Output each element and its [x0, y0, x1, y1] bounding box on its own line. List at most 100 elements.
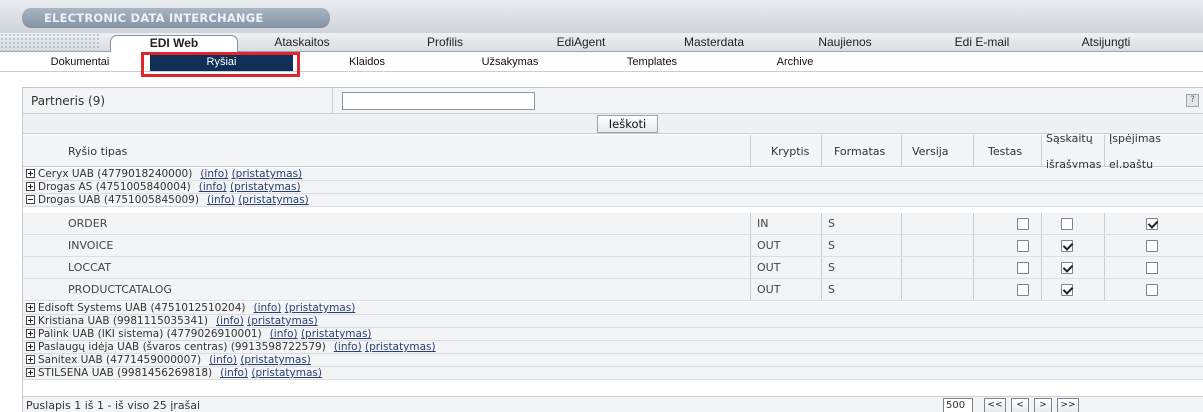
partner-row-expanded[interactable]: Drogas UAB (4751005845009) (info) (prista… [23, 194, 1203, 207]
pager-footer: Puslapis 1 iš 1 - iš viso 25 įrašai 500 … [23, 396, 1203, 412]
connection-version [901, 213, 973, 234]
info-link[interactable]: (info) [220, 367, 248, 379]
expand-icon[interactable] [26, 303, 35, 312]
test-checkbox[interactable] [1017, 284, 1029, 296]
connection-direction: OUT [750, 279, 821, 300]
subnav-dokumentai[interactable]: Dokumentai [40, 55, 120, 70]
expand-icon[interactable] [26, 342, 35, 351]
col-email-warning[interactable]: Įspėjimas el.paštu [1104, 132, 1203, 171]
subnav-rysiai[interactable]: Ryšiai [150, 54, 293, 71]
expand-icon[interactable] [26, 368, 35, 377]
connections-panel: Partneris (9) ? Ieškoti Ryšio tipas Kryp… [22, 87, 1203, 412]
test-checkbox[interactable] [1017, 218, 1029, 230]
email-warning-checkbox[interactable] [1146, 284, 1158, 296]
partner-row[interactable]: Drogas AS (4751005840004) (info) (pristat… [23, 181, 1203, 194]
expand-icon[interactable] [26, 316, 35, 325]
col-test[interactable]: Testas [973, 135, 1041, 167]
presentation-link[interactable]: (pristatymas) [230, 181, 301, 193]
expand-icon[interactable] [26, 355, 35, 364]
connection-format: S [821, 213, 901, 234]
test-checkbox[interactable] [1017, 262, 1029, 274]
col-connection-type[interactable]: Ryšio tipas [23, 135, 750, 167]
help-icon[interactable]: ? [1186, 94, 1199, 107]
partner-name: Ceryx UAB (4779018240000) [38, 168, 193, 180]
subnav-archive[interactable]: Archive [765, 55, 825, 70]
top-banner: ELECTRONIC DATA INTERCHANGE PLATFORM [0, 0, 1203, 45]
expand-icon[interactable] [26, 169, 35, 178]
connection-row: ORDER IN S [23, 213, 1203, 235]
partner-row[interactable]: Paslaugų idėja UAB (švaros centras) (991… [23, 341, 1203, 354]
partner-row[interactable]: Sanitex UAB (4771459000007) (info) (prist… [23, 354, 1203, 367]
nav-ediagent[interactable]: EdiAgent [544, 35, 618, 52]
col-direction[interactable]: Kryptis [750, 135, 821, 167]
partner-row[interactable]: Kristiana UAB (9981115035341) (info) (pri… [23, 315, 1203, 328]
invoice-checkbox[interactable] [1061, 262, 1073, 274]
app-brand: ELECTRONIC DATA INTERCHANGE PLATFORM [22, 8, 330, 45]
info-link[interactable]: (info) [216, 315, 244, 327]
presentation-link[interactable]: (pristatymas) [251, 367, 322, 379]
expand-icon[interactable] [26, 329, 35, 338]
info-link[interactable]: (info) [199, 181, 227, 193]
info-link[interactable]: (info) [270, 328, 298, 340]
partner-name: STILSENA UAB (9981456269818) [38, 367, 213, 379]
collapse-icon[interactable] [26, 195, 35, 204]
invoice-checkbox[interactable] [1061, 284, 1073, 296]
connection-direction: IN [750, 213, 821, 234]
presentation-link[interactable]: (pristatymas) [240, 354, 311, 366]
partner-row[interactable]: Edisoft Systems UAB (4751012510204) (info… [23, 302, 1203, 315]
search-row: Ieškoti [23, 114, 1203, 134]
info-link[interactable]: (info) [209, 354, 237, 366]
prev-page-button[interactable]: < [1011, 398, 1029, 412]
last-page-button[interactable]: >> [1057, 398, 1079, 412]
nav-edi-email[interactable]: Edi E-mail [944, 35, 1020, 52]
email-warning-checkbox[interactable] [1146, 262, 1158, 274]
info-link[interactable]: (info) [254, 302, 282, 314]
invoice-checkbox[interactable] [1061, 240, 1073, 252]
nav-profilis[interactable]: Profilis [415, 35, 475, 52]
search-button[interactable]: Ieškoti [597, 115, 658, 133]
presentation-link[interactable]: (pristatymas) [285, 302, 356, 314]
connection-type: LOCCAT [68, 261, 112, 274]
connection-version [901, 279, 973, 300]
presentation-link[interactable]: (pristatymas) [247, 315, 318, 327]
info-link[interactable]: (info) [207, 194, 235, 206]
connection-format: S [821, 279, 901, 300]
email-warning-checkbox[interactable] [1146, 240, 1158, 252]
col-format[interactable]: Formatas [821, 135, 901, 167]
email-warning-checkbox[interactable] [1146, 218, 1158, 230]
expand-icon[interactable] [26, 182, 35, 191]
connection-type: ORDER [68, 217, 108, 230]
next-page-button[interactable]: > [1034, 398, 1052, 412]
partner-name: Drogas UAB (4751005845009) [38, 194, 199, 206]
partner-row[interactable]: STILSENA UAB (9981456269818) (info) (pris… [23, 367, 1203, 380]
presentation-link[interactable]: (pristatymas) [232, 168, 303, 180]
presentation-link[interactable]: (pristatymas) [238, 194, 309, 206]
test-checkbox[interactable] [1017, 240, 1029, 252]
nav-naujienos[interactable]: Naujienos [805, 35, 885, 52]
col-version[interactable]: Versija [901, 135, 973, 167]
partner-name: Palink UAB (IKI sistema) (4779026910001) [38, 328, 262, 340]
nav-masterdata[interactable]: Masterdata [672, 35, 756, 52]
partner-row[interactable]: Ceryx UAB (4779018240000) (info) (pristat… [23, 168, 1203, 181]
info-link[interactable]: (info) [334, 341, 362, 353]
presentation-link[interactable]: (pristatymas) [301, 328, 372, 340]
connection-type: INVOICE [68, 239, 114, 252]
partner-row[interactable]: Palink UAB (IKI sistema) (4779026910001)… [23, 328, 1203, 341]
presentation-link[interactable]: (pristatymas) [365, 341, 436, 353]
connection-format: S [821, 235, 901, 256]
info-link[interactable]: (info) [200, 168, 228, 180]
partner-filter-input[interactable] [342, 92, 535, 110]
invoice-checkbox[interactable] [1061, 218, 1073, 230]
subnav-uzsakymas[interactable]: Užsakymas [470, 55, 550, 70]
page-size-input[interactable]: 500 [943, 398, 973, 412]
partner-filter-label: Partneris (9) [31, 94, 106, 108]
col-invoice[interactable]: Sąskaitų išrašymas [1041, 132, 1104, 171]
connection-row: INVOICE OUT S [23, 235, 1203, 257]
subnav-klaidos[interactable]: Klaidos [332, 55, 402, 70]
nav-edi-web[interactable]: EDI Web [110, 35, 238, 52]
first-page-button[interactable]: << [984, 398, 1006, 412]
filter-row: Partneris (9) ? [23, 88, 1203, 114]
subnav-templates[interactable]: Templates [612, 55, 692, 70]
nav-ataskaitos[interactable]: Ataskaitos [262, 35, 342, 52]
nav-atsijungti[interactable]: Atsijungti [1066, 35, 1146, 52]
